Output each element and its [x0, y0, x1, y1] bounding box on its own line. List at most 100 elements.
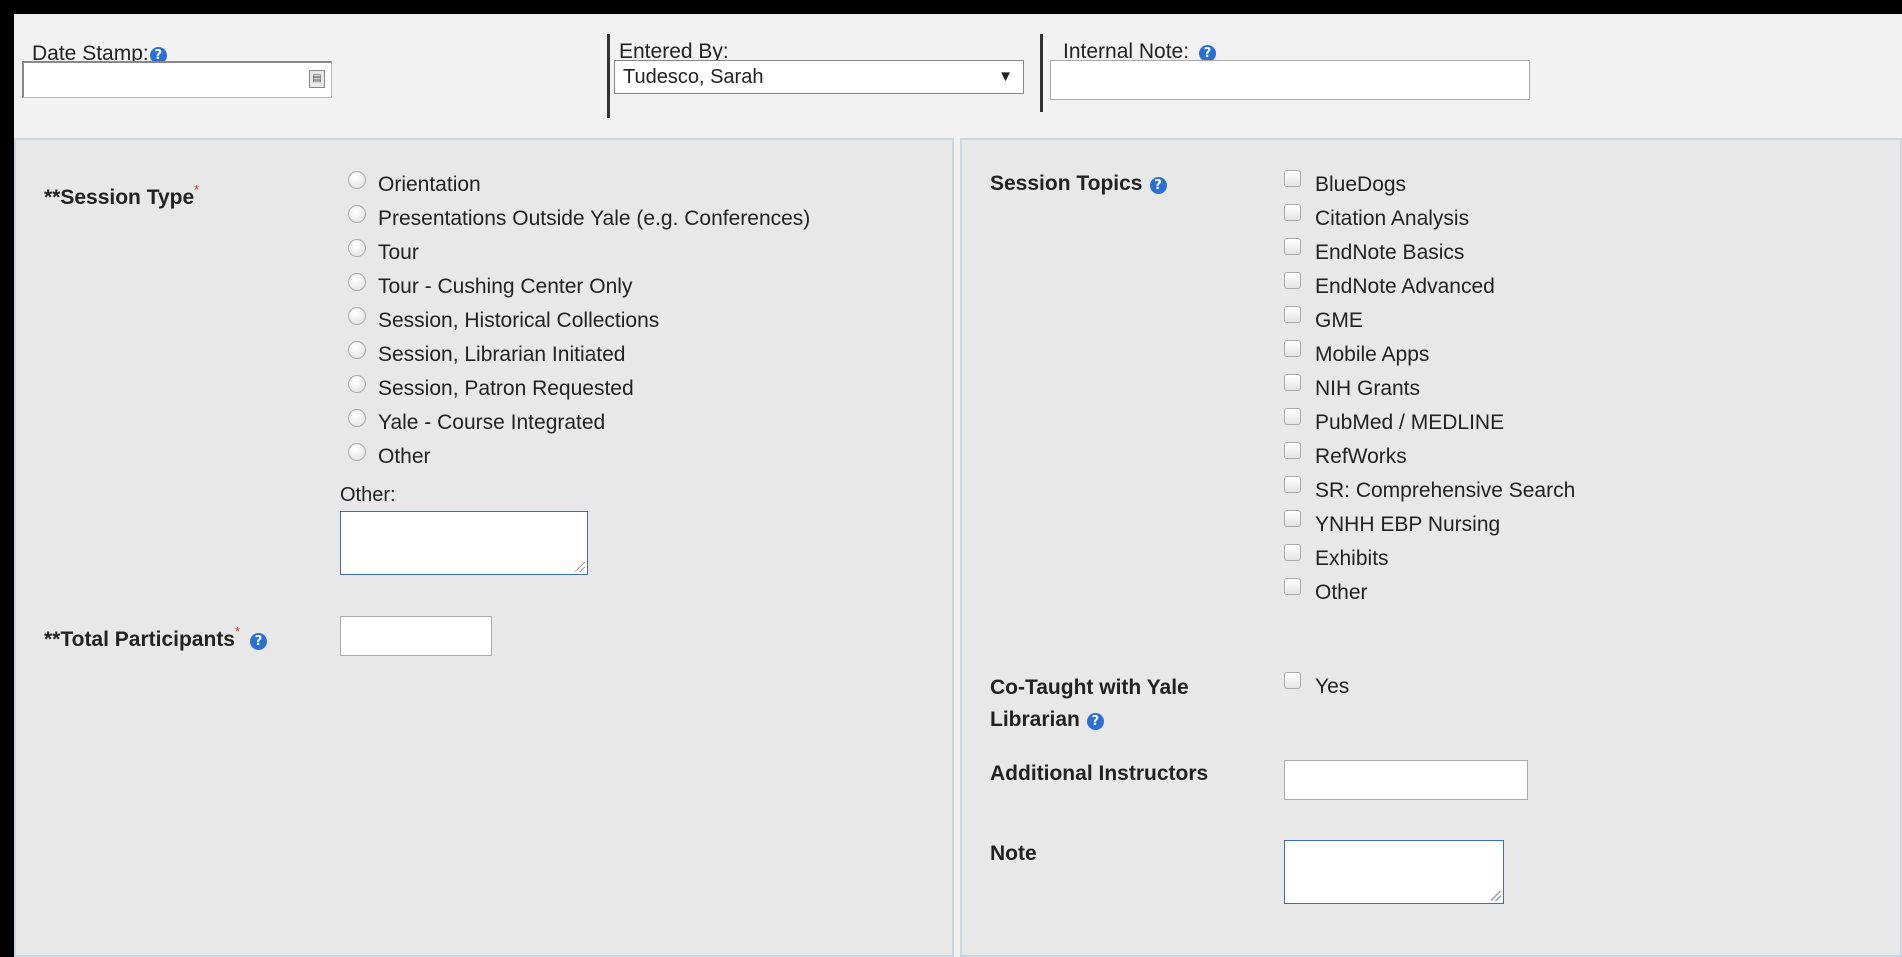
- radio-button[interactable]: [348, 341, 366, 359]
- session-type-option[interactable]: Orientation: [348, 170, 481, 200]
- radio-button[interactable]: [348, 171, 366, 189]
- session-type-option-label: Orientation: [378, 173, 481, 196]
- entered-by-value: Tudesco, Sarah: [623, 66, 764, 88]
- checkbox[interactable]: [1284, 544, 1301, 561]
- session-topic-option-label: RefWorks: [1315, 445, 1407, 468]
- session-type-option[interactable]: Session, Patron Requested: [348, 374, 634, 404]
- session-topic-option[interactable]: Exhibits: [1284, 544, 1389, 574]
- session-type-other-textarea[interactable]: [340, 511, 588, 575]
- checkbox[interactable]: [1284, 408, 1301, 425]
- session-topic-option-label: Exhibits: [1315, 547, 1389, 570]
- session-topic-option-label: PubMed / MEDLINE: [1315, 411, 1505, 434]
- help-icon[interactable]: ?: [1149, 177, 1167, 194]
- checkbox[interactable]: [1284, 510, 1301, 527]
- checkbox[interactable]: [1284, 272, 1301, 289]
- session-type-option-label: Other: [378, 445, 431, 468]
- internal-note-input[interactable]: [1050, 60, 1530, 100]
- total-participants-input[interactable]: [340, 616, 492, 656]
- header-divider: [1040, 34, 1043, 112]
- co-taught-option-label: Yes: [1315, 675, 1350, 698]
- resize-handle-icon[interactable]: [1491, 891, 1501, 901]
- session-type-label: **Session Type*: [44, 174, 199, 214]
- co-taught-label-line2: Librarian: [990, 708, 1080, 731]
- session-type-other-label: Other:: [340, 484, 396, 506]
- session-details-panel: **Session Type* Orientation Presentation…: [14, 138, 954, 957]
- co-taught-label: Co-Taught with Yale Librarian?: [990, 672, 1189, 736]
- help-icon[interactable]: ?: [1086, 713, 1104, 730]
- session-type-option-label: Session, Historical Collections: [378, 309, 660, 332]
- session-topic-option-label: Mobile Apps: [1315, 343, 1430, 366]
- total-participants-label: **Total Participants*?: [44, 616, 268, 656]
- note-label: Note: [990, 842, 1037, 865]
- session-topic-option[interactable]: YNHH EBP Nursing: [1284, 510, 1500, 540]
- checkbox[interactable]: [1284, 476, 1301, 493]
- total-participants-label-text: **Total Participants: [44, 628, 235, 651]
- radio-button[interactable]: [348, 239, 366, 257]
- session-type-option-label: Tour: [378, 241, 419, 264]
- session-topic-option[interactable]: GME: [1284, 306, 1363, 336]
- co-taught-label-line2-row: Librarian?: [990, 704, 1189, 736]
- entered-by-select[interactable]: Tudesco, Sarah ▼: [614, 60, 1024, 94]
- session-type-option[interactable]: Other: [348, 442, 431, 472]
- session-type-label-text: **Session Type: [44, 186, 195, 209]
- session-topic-option[interactable]: Other: [1284, 578, 1368, 608]
- checkbox[interactable]: [1284, 340, 1301, 357]
- session-topic-option-label: BlueDogs: [1315, 173, 1407, 196]
- session-type-option[interactable]: Session, Historical Collections: [348, 306, 659, 336]
- session-type-option-label: Presentations Outside Yale (e.g. Confere…: [378, 207, 811, 230]
- header-divider: [607, 34, 610, 118]
- session-topic-option[interactable]: Mobile Apps: [1284, 340, 1429, 370]
- session-topics-label-text: Session Topics: [990, 172, 1143, 195]
- session-topics-panel: Session Topics? BlueDogs Citation Analys…: [960, 138, 1902, 957]
- session-type-option[interactable]: Tour: [348, 238, 419, 268]
- radio-button[interactable]: [348, 273, 366, 291]
- checkbox[interactable]: [1284, 578, 1301, 595]
- session-topic-option[interactable]: EndNote Basics: [1284, 238, 1464, 268]
- checkbox[interactable]: [1284, 672, 1301, 689]
- session-type-option-label: Yale - Course Integrated: [378, 411, 606, 434]
- checkbox[interactable]: [1284, 374, 1301, 391]
- session-type-option[interactable]: Tour - Cushing Center Only: [348, 272, 632, 302]
- note-textarea[interactable]: [1284, 840, 1504, 904]
- checkbox[interactable]: [1284, 170, 1301, 187]
- resize-handle-icon[interactable]: [575, 562, 585, 572]
- radio-button[interactable]: [348, 443, 366, 461]
- session-topic-option[interactable]: NIH Grants: [1284, 374, 1420, 404]
- radio-button[interactable]: [348, 375, 366, 393]
- session-type-option-label: Session, Patron Requested: [378, 377, 634, 400]
- session-topic-option-label: SR: Comprehensive Search: [1315, 479, 1576, 502]
- calendar-icon[interactable]: ▤: [309, 70, 325, 88]
- checkbox[interactable]: [1284, 204, 1301, 221]
- co-taught-label-line1: Co-Taught with Yale: [990, 676, 1189, 699]
- date-stamp-input[interactable]: ▤: [22, 61, 332, 98]
- additional-instructors-input[interactable]: [1284, 760, 1528, 800]
- session-topic-option[interactable]: Citation Analysis: [1284, 204, 1469, 234]
- session-topics-label: Session Topics?: [990, 168, 1167, 200]
- session-topic-option[interactable]: PubMed / MEDLINE: [1284, 408, 1504, 438]
- checkbox[interactable]: [1284, 306, 1301, 323]
- help-icon[interactable]: ?: [250, 633, 268, 650]
- session-type-option[interactable]: Session, Librarian Initiated: [348, 340, 625, 370]
- session-topic-option[interactable]: BlueDogs: [1284, 170, 1406, 200]
- additional-instructors-label: Additional Instructors: [990, 762, 1209, 785]
- session-type-option-label: Tour - Cushing Center Only: [378, 275, 633, 298]
- required-marker: *: [194, 182, 200, 197]
- session-topic-option[interactable]: SR: Comprehensive Search: [1284, 476, 1575, 506]
- session-topic-option[interactable]: RefWorks: [1284, 442, 1407, 472]
- session-type-option-label: Session, Librarian Initiated: [378, 343, 626, 366]
- required-marker: *: [235, 624, 241, 639]
- co-taught-option[interactable]: Yes: [1284, 672, 1349, 702]
- radio-button[interactable]: [348, 205, 366, 223]
- dropdown-arrow-icon: ▼: [998, 68, 1013, 85]
- checkbox[interactable]: [1284, 238, 1301, 255]
- session-topic-option[interactable]: EndNote Advanced: [1284, 272, 1495, 302]
- session-type-option[interactable]: Yale - Course Integrated: [348, 408, 605, 438]
- session-topic-option-label: EndNote Advanced: [1315, 275, 1495, 298]
- session-topic-option-label: GME: [1315, 309, 1363, 332]
- session-topic-option-label: Other: [1315, 581, 1368, 604]
- radio-button[interactable]: [348, 307, 366, 325]
- radio-button[interactable]: [348, 409, 366, 427]
- checkbox[interactable]: [1284, 442, 1301, 459]
- session-topic-option-label: EndNote Basics: [1315, 241, 1465, 264]
- session-type-option[interactable]: Presentations Outside Yale (e.g. Confere…: [348, 204, 810, 234]
